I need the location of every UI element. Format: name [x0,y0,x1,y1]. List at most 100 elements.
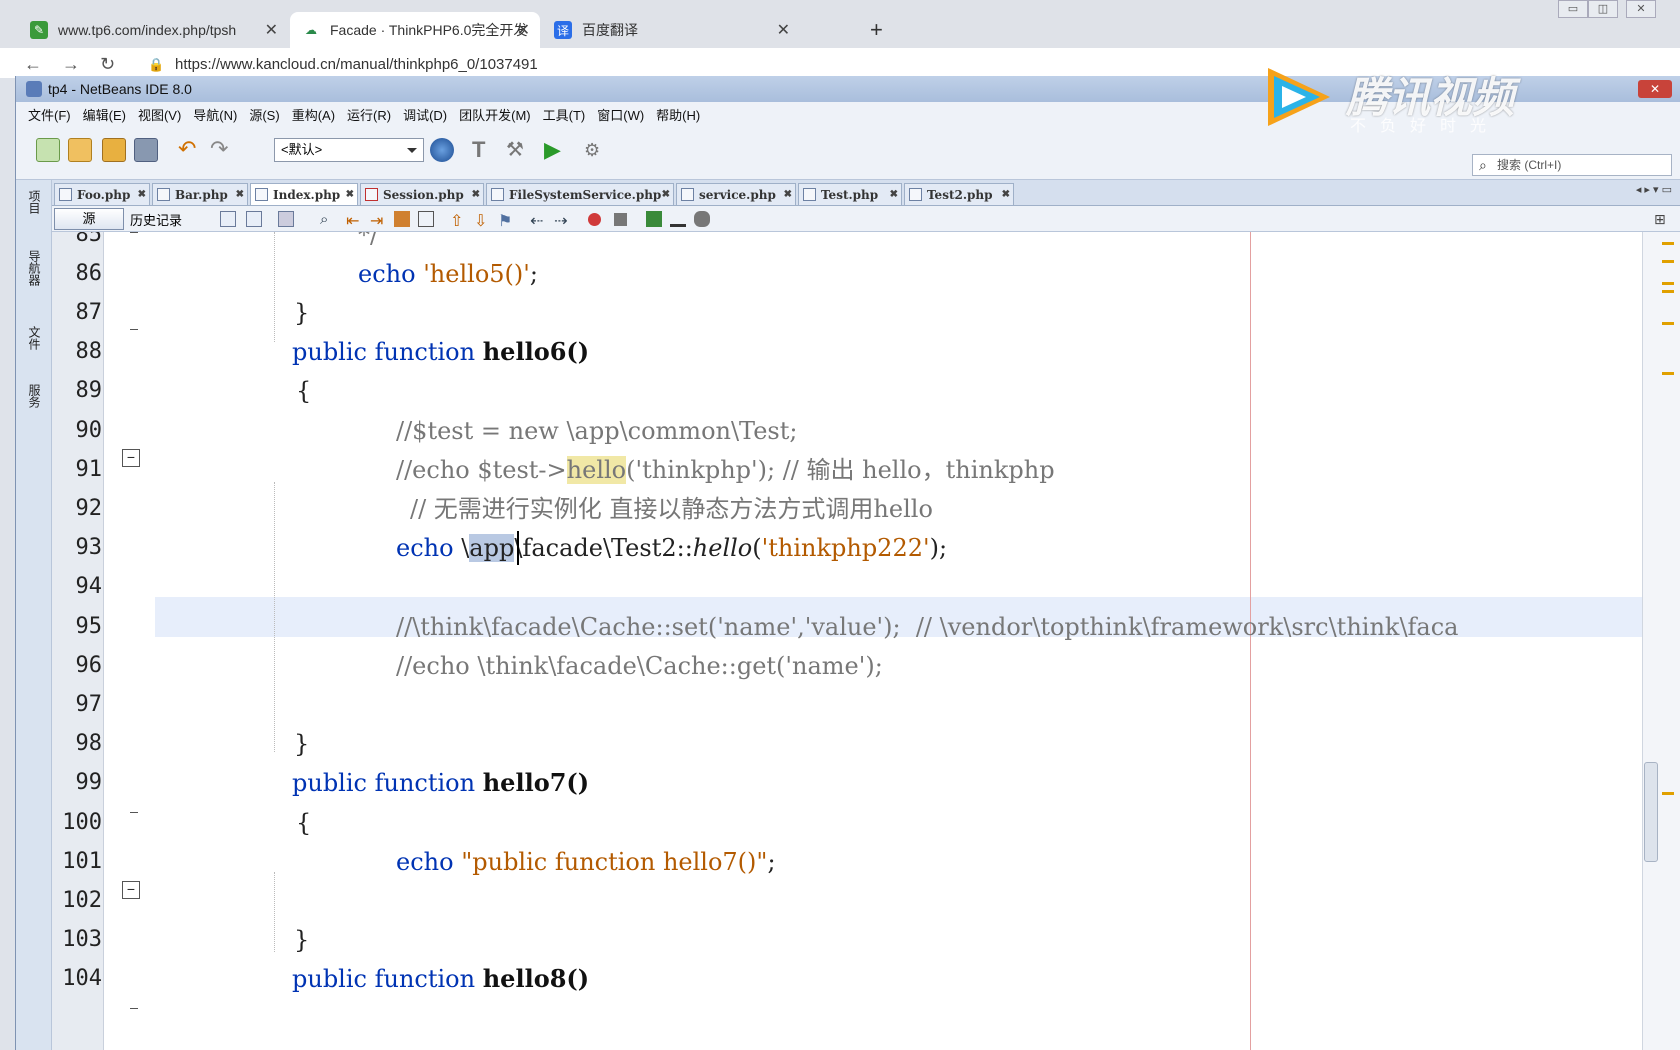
next-bookmark-icon[interactable]: ⇩ [474,211,490,230]
save-all-icon[interactable] [134,138,158,162]
forward-arrow-icon[interactable]: → [62,54,80,75]
browser-tab-baidu-translate[interactable]: 译 百度翻译 ✕ [542,12,800,48]
keyword-public: public [292,965,367,993]
debug-project-icon[interactable]: ⚙ [584,138,608,162]
menu-team[interactable]: 团队开发(M) [459,105,531,124]
uncomment-icon[interactable] [670,211,686,227]
history-view-button[interactable]: 历史记录 [130,210,182,229]
tab-service-php[interactable]: service.php ✖ [676,183,796,205]
back-icon[interactable] [246,211,262,227]
split-editor-icon[interactable]: ⊞ [1654,211,1670,227]
close-tab-icon[interactable]: ✖ [346,184,354,206]
services-panel-tab[interactable]: 服务 [25,384,43,408]
find-previous-icon[interactable]: ⇤ [346,211,362,230]
browser-tab-tp6[interactable]: ✎ www.tp6.com/index.php/tpsh ✕ [18,12,288,48]
shift-right-icon[interactable]: ⇢ [554,211,570,230]
new-project-icon[interactable] [68,138,92,162]
minimize-window-button[interactable]: ▭ [1558,0,1588,18]
code-line-86: echo 'hello5()'; [358,253,538,295]
code-editor[interactable]: − − 85 86 87 88 89 90 91 92 93 94 95 96 … [52,232,1680,1050]
toggle-rect-selection-icon[interactable] [418,211,434,227]
keyword-echo: echo [396,848,454,876]
toggle-highlight-icon[interactable] [394,211,410,227]
code-line-90: //$test = new \app\common\Test; [396,417,798,445]
toggle-bookmark-icon[interactable]: ⚑ [498,211,514,230]
start-macro-icon[interactable] [588,213,601,226]
scrollbar-thumb[interactable] [1644,762,1658,862]
close-tab-icon[interactable]: ✖ [472,184,480,206]
highlighted-occurrence: hello [566,456,627,484]
new-file-icon[interactable] [36,138,60,162]
redo-icon[interactable]: ↷ [210,138,234,162]
tab-scroll-controls[interactable]: ◂ ▸ ▾ ▭ [1636,183,1672,196]
lock-icon: 🔒 [148,57,165,72]
clean-build-icon[interactable]: ⚒ [506,138,530,162]
database-icon[interactable] [694,211,710,227]
editor-toolbar: 源 历史记录 ⌕ ⇤ ⇥ ⇧ ⇩ ⚑ ⇠ ⇢ ⊞ [52,206,1680,232]
browser-tab-facade[interactable]: ☁ Facade · ThinkPHP6.0完全开发 ✕ [290,12,540,48]
close-tab-icon[interactable]: ✖ [890,184,898,206]
menu-source[interactable]: 源(S) [249,105,279,124]
comment-icon[interactable] [646,211,662,227]
close-tab-icon[interactable]: ✕ [265,20,278,40]
close-tab-icon[interactable]: ✖ [784,184,792,206]
back-arrow-icon[interactable]: ← [24,54,42,75]
menu-help[interactable]: 帮助(H) [656,105,700,124]
undo-icon[interactable]: ↶ [178,138,202,162]
restore-window-button[interactable]: ◫ [1588,0,1618,18]
close-tab-icon[interactable]: ✕ [777,20,790,40]
error-stripe-mark [1662,792,1674,795]
files-panel-tab[interactable]: 文件 [25,326,43,350]
menu-window[interactable]: 窗口(W) [597,105,644,124]
reload-icon[interactable]: ↻ [100,54,115,75]
close-tab-icon[interactable]: ✖ [236,184,244,206]
last-edit-icon[interactable] [220,211,236,227]
find-next-icon[interactable]: ⇥ [370,211,386,230]
close-tab-icon[interactable]: ✖ [662,184,670,206]
close-tab-icon[interactable]: ✖ [138,184,146,206]
search-input[interactable]: 搜索 (Ctrl+I) [1472,154,1672,176]
baidu-translate-favicon-icon: 译 [554,21,572,39]
close-window-button[interactable]: ✕ [1626,0,1656,18]
tab-test2-php[interactable]: Test2.php ✖ [904,183,1014,205]
menu-run[interactable]: 运行(R) [347,105,391,124]
build-hammer-icon[interactable]: T [472,138,496,162]
find-icon[interactable]: ⌕ [320,211,336,228]
editor-scrollbar[interactable] [1642,232,1680,1050]
configuration-select[interactable]: <默认> [274,138,424,162]
error-stripe-mark [1662,282,1674,285]
run-project-icon[interactable]: ▶ [544,138,568,162]
menu-debug[interactable]: 调试(D) [403,105,447,124]
tab-bar-php[interactable]: Bar.php ✖ [152,183,248,205]
projects-panel-tab[interactable]: 项目 [25,190,43,214]
menu-edit[interactable]: 编辑(E) [83,105,126,124]
shift-left-icon[interactable]: ⇠ [530,211,546,230]
address-bar[interactable]: https://www.kancloud.cn/manual/thinkphp6… [175,56,538,73]
browser-globe-icon[interactable] [430,138,454,162]
menu-tools[interactable]: 工具(T) [543,105,586,124]
open-project-icon[interactable] [102,138,126,162]
tab-foo-php[interactable]: Foo.php ✖ [54,183,150,205]
stop-macro-icon[interactable] [614,213,627,226]
close-tab-icon[interactable]: ✕ [517,20,530,40]
menu-navigate[interactable]: 导航(N) [193,105,237,124]
punctuation: ); [929,534,948,562]
window-title: tp4 - NetBeans IDE 8.0 [48,81,192,97]
error-stripe-mark [1662,372,1674,375]
forward-icon[interactable] [278,211,294,227]
netbeans-close-button[interactable]: ✕ [1638,80,1672,98]
tencent-video-logo-icon [1268,68,1330,126]
tab-filesystemservice-php[interactable]: FileSystemService.php ✖ [486,183,674,205]
close-tab-icon[interactable]: ✖ [1002,184,1010,206]
tab-test-php[interactable]: Test.php ✖ [798,183,902,205]
menu-file[interactable]: 文件(F) [28,105,71,124]
previous-bookmark-icon[interactable]: ⇧ [450,211,466,230]
source-view-button[interactable]: 源 [54,208,124,230]
menu-view[interactable]: 视图(V) [138,105,181,124]
code-line-104: public function hello8() [292,958,589,1000]
tab-index-php[interactable]: Index.php ✖ [250,183,358,205]
tab-session-php[interactable]: Session.php ✖ [360,183,484,205]
navigator-panel-tab[interactable]: 导航器 [25,250,43,286]
new-tab-button[interactable]: + [870,12,883,48]
menu-refactor[interactable]: 重构(A) [292,105,335,124]
